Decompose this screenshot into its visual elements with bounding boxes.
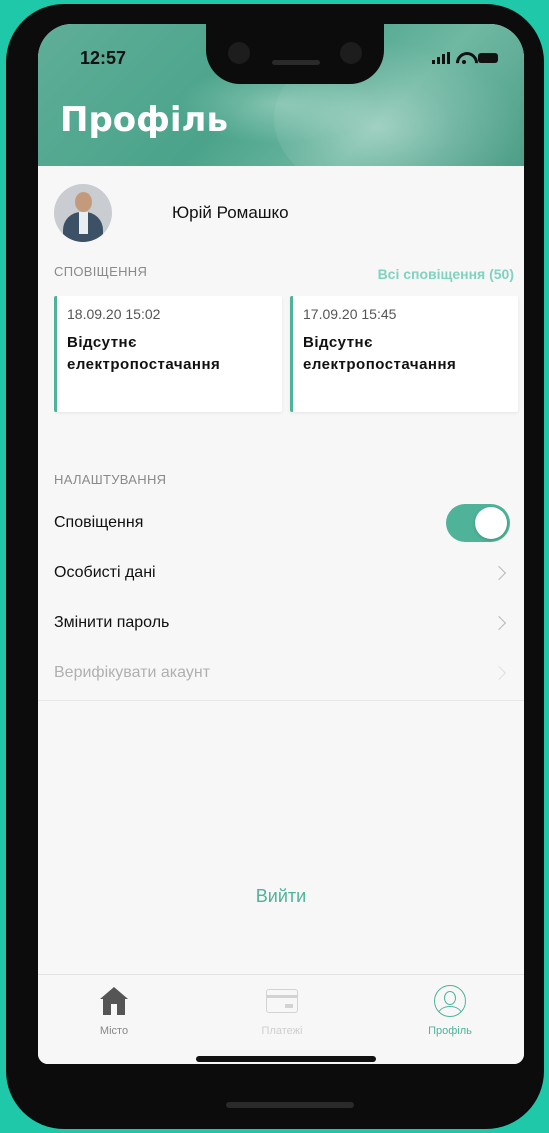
camera-notch xyxy=(206,24,384,84)
speaker-grille xyxy=(272,60,320,65)
signal-icon xyxy=(432,52,450,64)
app-screen: 12:57 Профіль Юрій Ромашко СПОВІЩЕННЯ Вс… xyxy=(38,24,524,1064)
status-time: 12:57 xyxy=(80,48,127,68)
chevron-right-icon xyxy=(491,615,507,631)
logout-button[interactable]: Вийти xyxy=(38,886,524,907)
verify-account-label: Верифікувати акаунт xyxy=(54,664,211,681)
phone-frame: 12:57 Профіль Юрій Ромашко СПОВІЩЕННЯ Вс… xyxy=(6,4,544,1129)
profile-icon xyxy=(434,985,466,1017)
notifications-setting-row[interactable]: Сповіщення xyxy=(54,498,510,548)
avatar[interactable] xyxy=(54,184,112,242)
personal-data-label: Особисті дані xyxy=(54,564,156,581)
verify-account-row[interactable]: Верифікувати акаунт xyxy=(54,648,510,698)
profile-row[interactable]: Юрій Ромашко xyxy=(54,184,289,242)
notification-date: 17.09.20 15:45 xyxy=(303,306,397,322)
notifications-toggle[interactable] xyxy=(446,504,510,542)
chevron-right-icon xyxy=(491,665,507,681)
personal-data-row[interactable]: Особисті дані xyxy=(54,548,510,598)
notification-message: Відсутнє електропостачання xyxy=(67,334,221,373)
change-password-label: Змінити пароль xyxy=(54,614,170,631)
home-indicator xyxy=(196,1056,376,1062)
tab-city[interactable]: Місто xyxy=(64,981,164,1037)
tab-profile-label: Профіль xyxy=(428,1025,472,1037)
tab-city-label: Місто xyxy=(99,1025,129,1037)
camera-icon xyxy=(228,42,250,64)
notifications-setting-label: Сповіщення xyxy=(54,514,144,531)
battery-icon xyxy=(478,53,498,63)
notification-card[interactable]: 18.09.20 15:02 Відсутнє електропостачанн… xyxy=(54,296,282,412)
tab-profile[interactable]: Профіль xyxy=(400,981,500,1037)
divider xyxy=(38,700,524,701)
change-password-row[interactable]: Змінити пароль xyxy=(54,598,510,648)
page-title: Профіль xyxy=(60,100,228,140)
chevron-right-icon xyxy=(491,565,507,581)
all-notifications-link[interactable]: Всі сповіщення (50) xyxy=(378,266,514,282)
bottom-speaker xyxy=(226,1102,354,1108)
notification-date: 18.09.20 15:02 xyxy=(67,306,161,322)
notifications-carousel[interactable]: 18.09.20 15:02 Відсутнє електропостачанн… xyxy=(54,296,524,416)
tab-payments[interactable]: Платежі xyxy=(232,981,332,1037)
home-icon xyxy=(100,987,128,1015)
notification-message: Відсутнє електропостачання xyxy=(303,334,457,373)
camera-icon xyxy=(340,42,362,64)
wifi-icon xyxy=(456,52,472,64)
notifications-section-label: СПОВІЩЕННЯ xyxy=(54,264,148,279)
card-icon xyxy=(266,989,298,1013)
status-icons xyxy=(432,52,498,64)
user-name: Юрій Ромашко xyxy=(172,203,289,222)
notification-card[interactable]: 17.09.20 15:45 Відсутнє електропостачанн… xyxy=(290,296,518,412)
tab-payments-label: Платежі xyxy=(261,1025,303,1037)
settings-section-label: НАЛАШТУВАННЯ xyxy=(54,472,167,487)
tab-bar: Місто Платежі Профіль xyxy=(38,974,524,1064)
